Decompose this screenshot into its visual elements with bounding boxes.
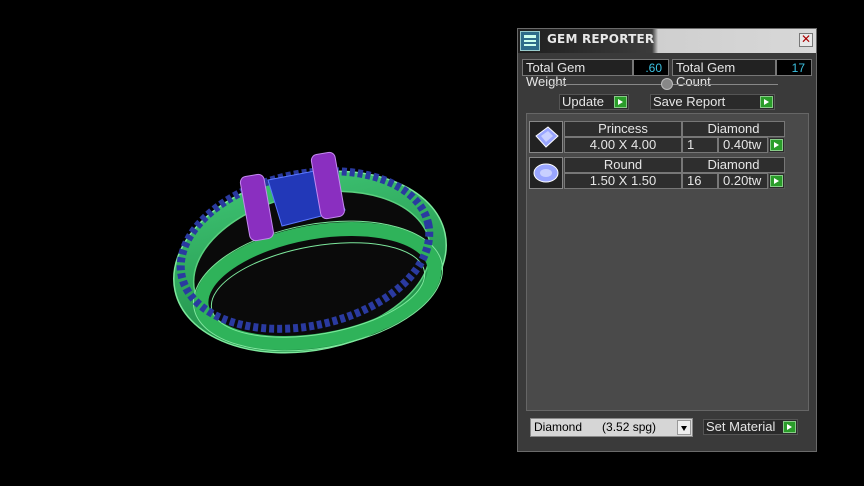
gem-size: 1.50 X 1.50: [564, 173, 682, 189]
gem-reporter-app-icon: [520, 31, 540, 51]
material-dropdown-value: Diamond (3.52 spg): [534, 420, 657, 434]
play-arrow-icon: [770, 139, 783, 151]
total-gem-count-value: 17: [776, 59, 812, 76]
chevron-down-icon[interactable]: [677, 420, 691, 435]
gem-size: 4.00 X 4.00: [564, 137, 682, 153]
play-arrow-icon: [770, 175, 783, 187]
gem-row[interactable]: Princess Diamond 4.00 X 4.00 1 0.40tw: [529, 121, 789, 155]
gem-material: Diamond: [682, 157, 785, 173]
gem-material: Diamond: [682, 121, 785, 137]
save-report-button[interactable]: Save Report: [650, 94, 775, 110]
gem-list[interactable]: Princess Diamond 4.00 X 4.00 1 0.40tw Ro…: [526, 113, 809, 411]
3d-viewport[interactable]: [0, 0, 515, 483]
gem-reporter-panel: GEM REPORTER ✕ Total Gem Weight .60 Tota…: [517, 28, 817, 452]
gem-shape: Princess: [564, 121, 682, 137]
gem-weight: 0.20tw: [718, 173, 768, 189]
gem-count: 1: [682, 137, 718, 153]
round-cut-icon: [529, 157, 563, 189]
gem-row-action-button[interactable]: [768, 173, 785, 189]
slider-handle[interactable]: [661, 78, 673, 90]
gem-weight: 0.40tw: [718, 137, 768, 153]
play-arrow-icon: [760, 96, 773, 108]
gem-row[interactable]: Round Diamond 1.50 X 1.50 16 0.20tw: [529, 157, 789, 191]
material-dropdown[interactable]: Diamond (3.52 spg): [530, 418, 693, 437]
save-report-button-label: Save Report: [653, 94, 726, 109]
total-gem-count-label: Total Gem Count: [672, 59, 776, 89]
total-gem-weight-value: .60: [633, 59, 669, 76]
close-icon[interactable]: ✕: [799, 33, 813, 47]
window-title: GEM REPORTER: [547, 32, 655, 46]
update-button[interactable]: Update: [559, 94, 629, 110]
set-material-button-label: Set Material: [706, 419, 776, 434]
update-button-label: Update: [562, 94, 604, 109]
set-material-button[interactable]: Set Material: [703, 419, 798, 435]
play-arrow-icon: [614, 96, 627, 108]
gem-shape: Round: [564, 157, 682, 173]
title-bar[interactable]: GEM REPORTER ✕: [518, 29, 816, 53]
gem-count: 16: [682, 173, 718, 189]
play-arrow-icon: [783, 421, 796, 433]
princess-cut-icon: [529, 121, 563, 153]
ring-model: [173, 151, 447, 354]
total-gem-weight-label: Total Gem Weight: [522, 59, 633, 89]
gem-row-action-button[interactable]: [768, 137, 785, 153]
